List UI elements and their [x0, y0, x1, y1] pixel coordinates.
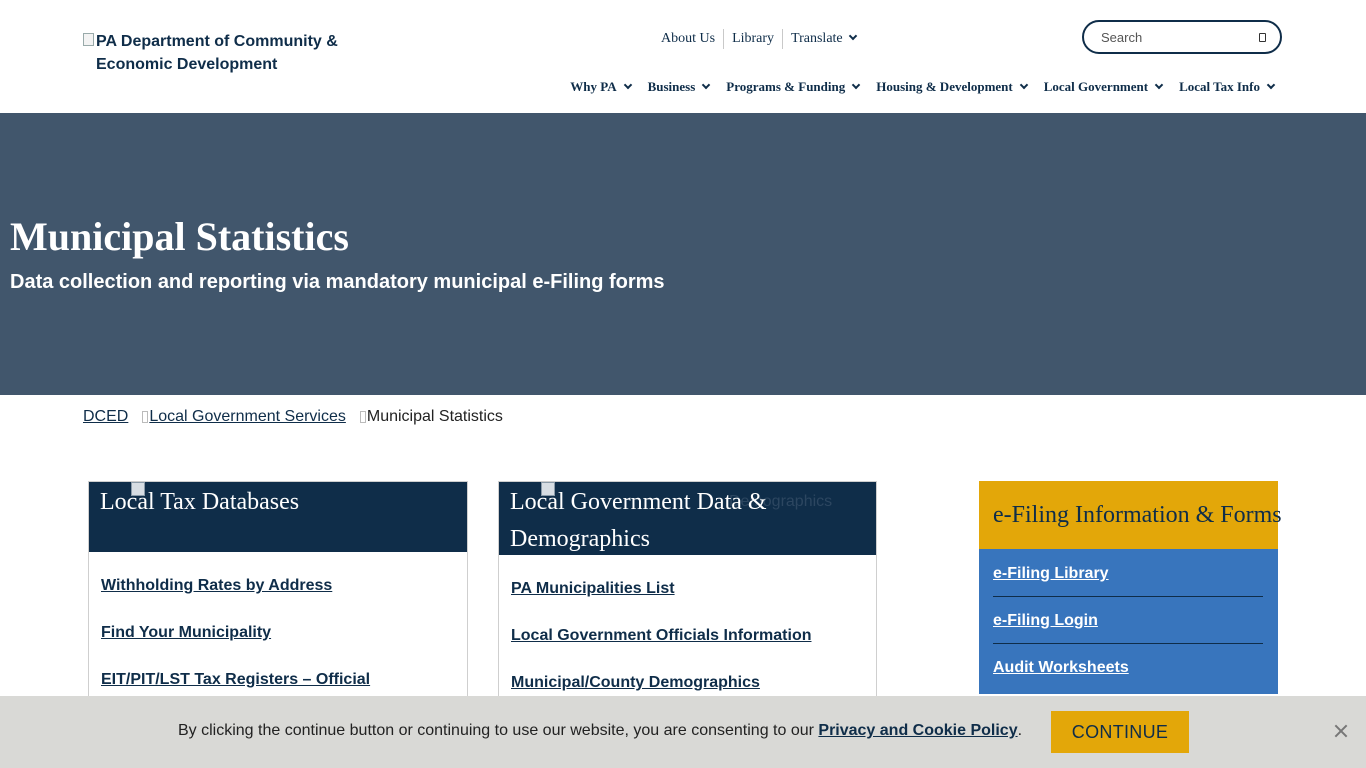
cookie-period: .: [1017, 722, 1023, 739]
nav-label: Local Government: [1043, 79, 1149, 94]
cookie-banner: By clicking the continue button or conti…: [0, 696, 1366, 768]
link-audit-worksheets[interactable]: Audit Worksheets: [993, 654, 1263, 692]
chevron-down-icon: [1266, 80, 1276, 90]
utility-translate[interactable]: Translate: [783, 29, 864, 49]
site-header: PA Department of Community & Economic De…: [0, 0, 1366, 113]
broken-image-icon: [131, 482, 145, 496]
page-title: Municipal Statistics: [10, 214, 349, 259]
nav-label: Local Tax Info: [1179, 79, 1260, 94]
utility-library[interactable]: Library: [724, 29, 782, 49]
cookie-message-text: By clicking the continue button or conti…: [178, 722, 819, 739]
link-efiling-login[interactable]: e-Filing Login: [993, 607, 1263, 644]
page-subtitle: Data collection and reporting via mandat…: [10, 271, 665, 293]
breadcrumb-local-government-services[interactable]: Local Government Services: [149, 408, 346, 426]
chevron-down-icon: [848, 31, 857, 41]
chevron-down-icon: [1019, 80, 1028, 90]
efiling-title: e-Filing Information & Forms: [979, 481, 1282, 549]
breadcrumb-current: Municipal Statistics: [366, 408, 503, 425]
chevron-down-icon: [1154, 80, 1164, 90]
link-withholding-rates[interactable]: Withholding Rates by Address: [101, 576, 455, 595]
nav-local-government[interactable]: Local Government: [1043, 78, 1164, 96]
nav-housing-development[interactable]: Housing & Development: [876, 78, 1028, 96]
close-icon[interactable]: [1334, 724, 1348, 738]
chevron-down-icon: [623, 80, 632, 90]
breadcrumb: DCED Local Government Services Municipal…: [83, 408, 503, 426]
card-link-list: Withholding Rates by Address Find Your M…: [89, 552, 467, 689]
link-pa-municipalities-list[interactable]: PA Municipalities List: [511, 579, 864, 598]
link-efiling-library[interactable]: e-Filing Library: [993, 560, 1263, 597]
breadcrumb-dced[interactable]: DCED: [83, 408, 128, 426]
card-link-list: PA Municipalities List Local Government …: [499, 555, 876, 692]
nav-local-tax-info[interactable]: Local Tax Info: [1179, 78, 1276, 96]
nav-label: Housing & Development: [876, 79, 1013, 94]
continue-button[interactable]: CONTINUE: [1051, 711, 1189, 753]
translate-label: Translate: [791, 31, 843, 46]
main-nav: Why PA Business Programs & Funding Housi…: [553, 78, 1276, 96]
nav-programs-funding[interactable]: Programs & Funding: [726, 78, 861, 96]
breadcrumb-separator-icon: [359, 411, 366, 423]
nav-label: Business: [647, 79, 696, 94]
link-officials-information[interactable]: Local Government Officials Information: [511, 626, 864, 645]
chevron-down-icon: [851, 80, 861, 90]
broken-image-icon: [83, 33, 94, 46]
site-logo[interactable]: PA Department of Community & Economic De…: [83, 30, 373, 76]
search-icon[interactable]: [1259, 32, 1266, 42]
nav-label: Why PA: [570, 79, 617, 94]
utility-about-us[interactable]: About Us: [653, 29, 723, 49]
nav-business[interactable]: Business: [647, 78, 711, 96]
card-header: Local Tax Databases: [89, 482, 467, 552]
utility-nav: About Us Library Translate: [653, 29, 864, 49]
efiling-panel: e-Filing Information & Forms e-Filing Li…: [979, 481, 1282, 694]
card-header: Demographics Local Government Data & Dem…: [499, 482, 876, 555]
hero-banner: Municipal Statistics Data collection and…: [0, 113, 1366, 395]
card-title: Local Tax Databases: [100, 489, 300, 515]
card-local-government-data: Demographics Local Government Data & Dem…: [498, 481, 877, 721]
link-municipal-demographics[interactable]: Municipal/County Demographics: [511, 673, 864, 692]
card-title: Local Government Data & Demographics: [510, 489, 767, 552]
card-local-tax-databases: Local Tax Databases Withholding Rates by…: [88, 481, 468, 721]
breadcrumb-separator-icon: [142, 411, 149, 423]
privacy-policy-link[interactable]: Privacy and Cookie Policy: [818, 722, 1017, 739]
efiling-links: e-Filing Library e-Filing Login Audit Wo…: [979, 549, 1278, 694]
chevron-down-icon: [702, 80, 711, 90]
link-tax-registers[interactable]: EIT/PIT/LST Tax Registers – Official: [101, 670, 455, 689]
nav-label: Programs & Funding: [726, 79, 846, 94]
nav-why-pa[interactable]: Why PA: [570, 78, 632, 96]
logo-alt-text: PA Department of Community & Economic De…: [96, 33, 338, 73]
search-input[interactable]: [1101, 29, 1241, 45]
link-find-your-municipality[interactable]: Find Your Municipality: [101, 623, 455, 642]
cookie-message: By clicking the continue button or conti…: [178, 722, 1022, 740]
search-box: [1082, 20, 1282, 54]
